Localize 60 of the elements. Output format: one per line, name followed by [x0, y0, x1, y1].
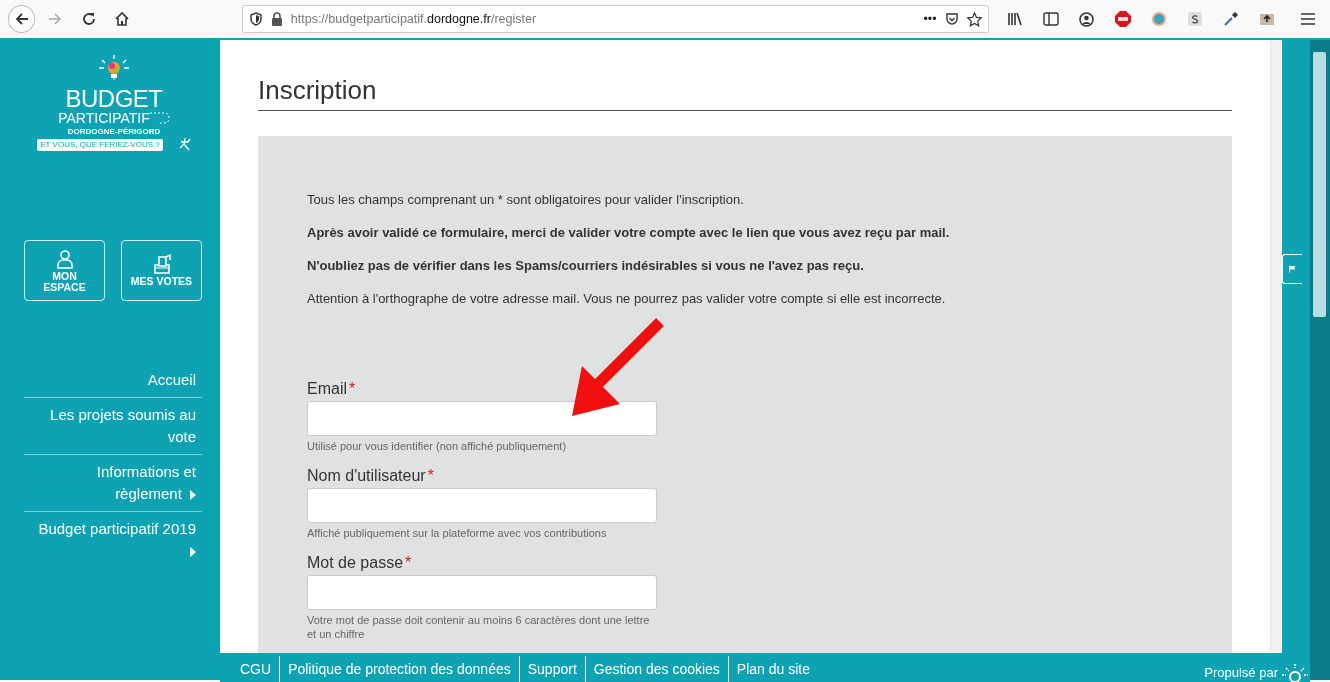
- logo-region: DORDOGNE-PÉRIGORD: [67, 126, 161, 137]
- stop-sign-icon[interactable]: [1113, 10, 1132, 28]
- input-field[interactable]: [307, 401, 657, 437]
- scrollbar[interactable]: [1310, 40, 1330, 680]
- person-icon: [55, 248, 74, 269]
- footer-link[interactable]: Support: [519, 656, 586, 682]
- flag-icon: [1289, 263, 1296, 275]
- back-button[interactable]: [8, 5, 36, 33]
- logo-title: BUDGET: [65, 88, 163, 110]
- info-text: Attention à l'orthographe de votre adresse mail. Vous ne pourrez pas valider votre compte si elle est incorrecte.: [307, 291, 947, 308]
- home-icon[interactable]: [114, 11, 131, 27]
- forward-arrow-icon: [47, 11, 64, 27]
- pocket-icon[interactable]: [944, 12, 959, 26]
- ballot-box-icon: [152, 254, 171, 274]
- nav-link[interactable]: Les projets soumis au vote: [24, 398, 202, 455]
- extension-s-icon[interactable]: [1186, 11, 1203, 27]
- flag-tab[interactable]: [1282, 254, 1302, 284]
- logo-tagline: ET VOUS, QUE FERIEZ-VOUS ?: [37, 139, 163, 151]
- votes-button[interactable]: MES VOTES: [121, 240, 202, 301]
- menu-icon[interactable]: [1300, 12, 1317, 26]
- sidebar-icon[interactable]: [1042, 12, 1059, 26]
- reload-icon[interactable]: [80, 11, 97, 27]
- url-text: https://budgetparticipatif.dordogne.fr/register: [290, 10, 538, 28]
- info-text: N'oubliez pas de vérifier dans les Spams/courriers indésirables si vous ne l'avez pas reçu.: [307, 258, 865, 275]
- running-figure-icon: [178, 137, 191, 151]
- back-arrow-icon: [13, 11, 30, 27]
- nav-link[interactable]: Budget participatif 2019: [24, 512, 202, 568]
- lock-icon: [270, 12, 283, 26]
- info-text: Tous les champs comprenant un * sont obligatoires pour valider l'inscription.: [307, 192, 745, 209]
- screenshot-icon[interactable]: [1258, 11, 1275, 27]
- info-text: Après avoir validé ce formulaire, merci de valider votre compte avec le lien que vous avez reçu par mail.: [307, 225, 951, 242]
- address-bar[interactable]: https://budgetparticipatif.dordogne.fr/register •••: [241, 5, 989, 33]
- logo-subtitle: PARTICIPATIF: [58, 110, 150, 126]
- help-text: Votre mot de passe doit contenir au moins 6 caractères dont une lettre et un chiffre: [307, 613, 651, 642]
- input-field[interactable]: [307, 488, 657, 524]
- page-actions-button[interactable]: •••: [923, 9, 937, 29]
- footer-link[interactable]: CGU: [232, 656, 281, 682]
- globe-icon[interactable]: [1150, 11, 1167, 27]
- help-text: Utilisé pour vous identifier (non affiché publiquement): [307, 439, 568, 454]
- bookmark-star-icon[interactable]: [966, 11, 982, 27]
- footer-link[interactable]: Gestion des cookies: [585, 656, 729, 682]
- field-label: Mot de passe*: [307, 554, 413, 573]
- nav-link[interactable]: Accueil: [24, 363, 202, 398]
- scrollbar[interactable]: [1270, 40, 1282, 651]
- eyedropper-icon[interactable]: [1222, 11, 1239, 27]
- library-icon[interactable]: [1006, 12, 1023, 26]
- page-title: Inscription: [258, 75, 1232, 112]
- dashed-path-icon: [149, 110, 170, 126]
- help-text: Affiché publiquement sur la plateforme avec vos contributions: [307, 526, 608, 541]
- field-label: Nom d'utilisateur*: [307, 467, 435, 486]
- footer-link[interactable]: Politique de protection des données: [280, 656, 520, 682]
- nav-link[interactable]: Informations et règlement: [24, 455, 202, 512]
- account-button[interactable]: MON ESPACE: [24, 240, 105, 301]
- field-label: Email*: [307, 380, 357, 399]
- powered-by-text: Propulsé par: [1204, 664, 1278, 682]
- shield-icon[interactable]: [248, 12, 263, 26]
- footer-link[interactable]: Plan du site: [728, 656, 819, 682]
- input-field[interactable]: [307, 575, 657, 611]
- sun-logo-icon: [1280, 664, 1310, 682]
- account-icon[interactable]: [1079, 11, 1095, 27]
